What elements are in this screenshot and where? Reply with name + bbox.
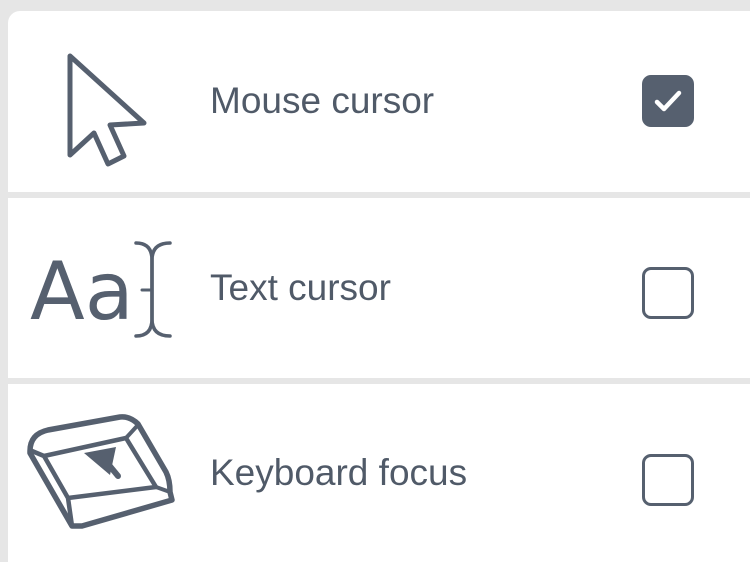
keyboard-key-icon (27, 414, 175, 529)
option-label-keyboard-focus: Keyboard focus (210, 452, 468, 493)
checkmark-icon (654, 90, 682, 112)
option-row-mouse-cursor[interactable]: Mouse cursor (8, 11, 750, 192)
text-cursor-icon-glyphs: Aa (30, 245, 134, 338)
option-row-text-cursor[interactable]: Aa Text cursor (8, 198, 750, 378)
option-row-keyboard-focus[interactable]: Keyboard focus (8, 384, 750, 562)
mouse-pointer-icon (67, 53, 147, 167)
mouse-cursor-checkbox[interactable] (642, 75, 694, 127)
keyboard-focus-checkbox[interactable] (642, 454, 694, 506)
option-label-text-cursor: Text cursor (210, 267, 391, 308)
text-cursor-icon: Aa (30, 241, 172, 338)
option-label-mouse-cursor: Mouse cursor (210, 80, 435, 121)
text-cursor-checkbox[interactable] (642, 267, 694, 319)
